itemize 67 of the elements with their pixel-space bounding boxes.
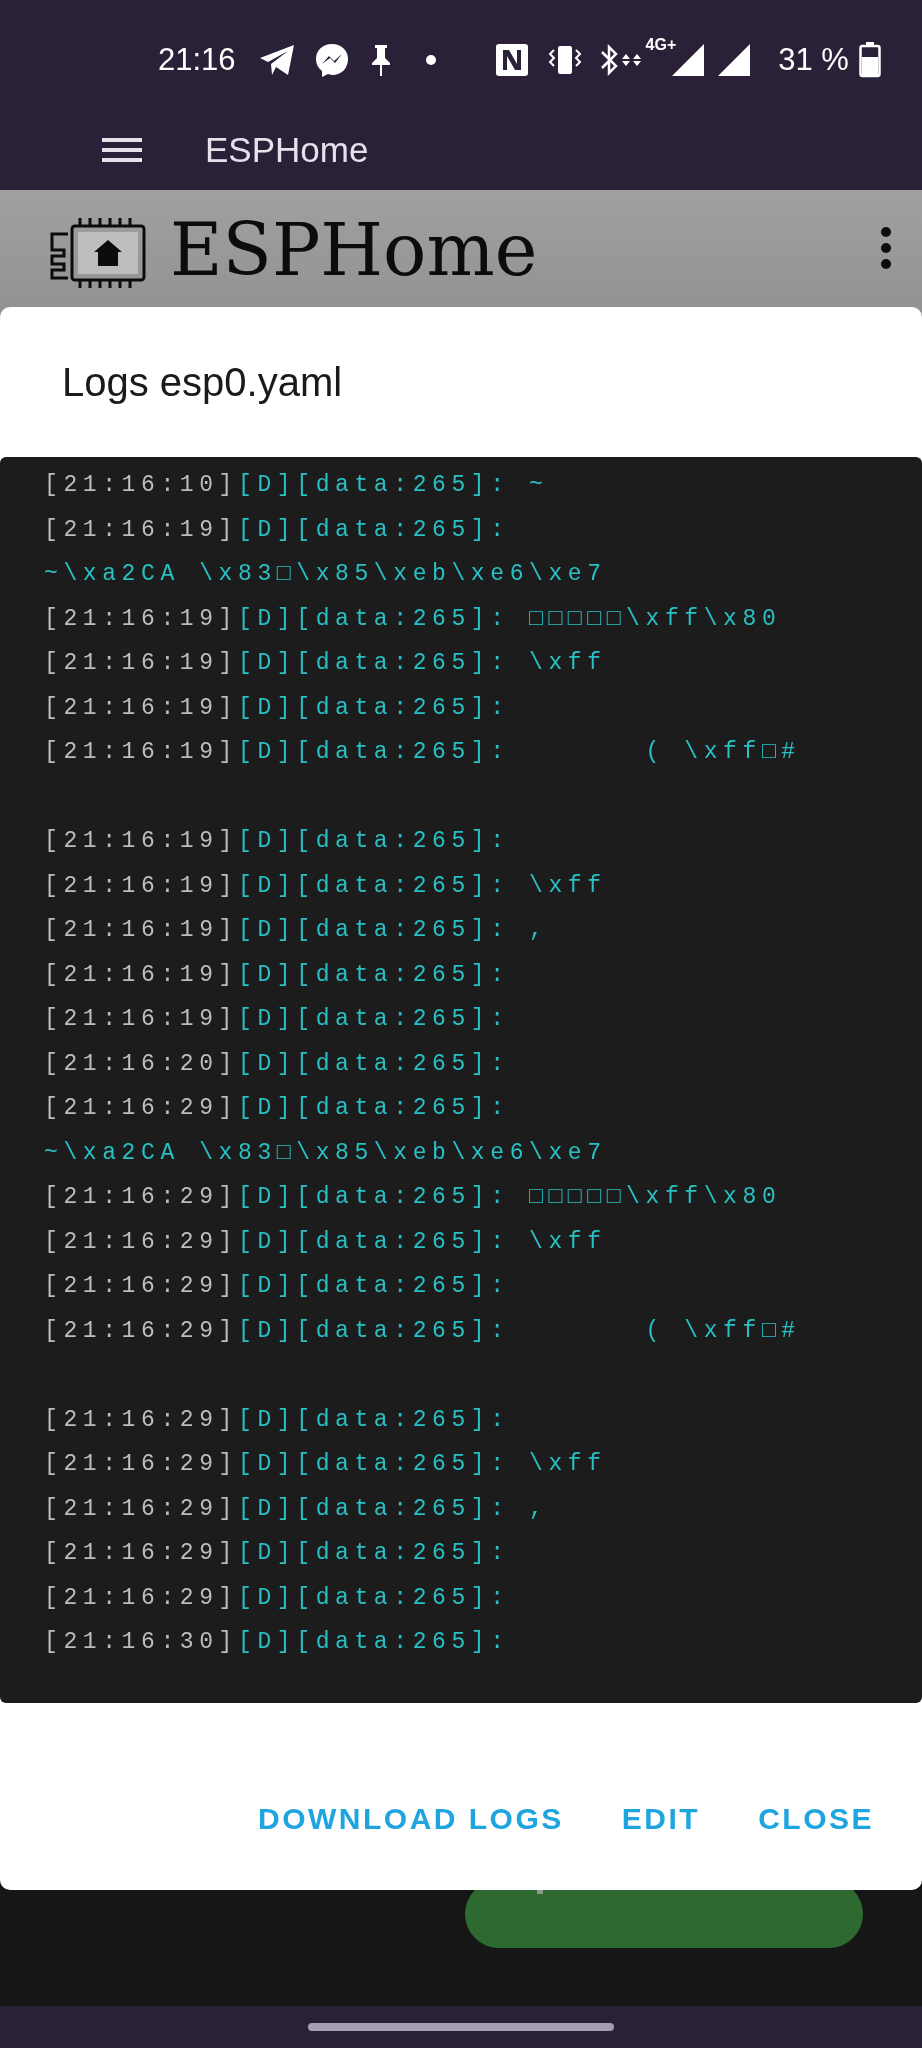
log-text: [D][data:265]: bbox=[238, 1006, 510, 1033]
log-timestamp: [21:16:19] bbox=[44, 961, 239, 988]
log-timestamp: [21:16:29] bbox=[44, 1273, 239, 1300]
home-handle[interactable] bbox=[308, 2023, 614, 2031]
dialog-button[interactable]: DOWNLOAD LOGS bbox=[254, 1794, 568, 1844]
page-title: ESPHome bbox=[170, 214, 538, 286]
log-text: [D][data:265]: \xff bbox=[238, 872, 607, 899]
dialog-title: Logs esp0.yaml bbox=[62, 359, 343, 405]
log-text: [D][data:265]: bbox=[238, 1406, 510, 1433]
log-timestamp: [21:16:29] bbox=[44, 1406, 239, 1433]
log-timestamp: [21:16:19] bbox=[44, 739, 239, 766]
vibrate-icon bbox=[547, 44, 582, 76]
log-text: [D][data:265]: , bbox=[238, 1495, 549, 1522]
log-timestamp: [21:16:30] bbox=[44, 1629, 239, 1656]
log-text: [D][data:265]: bbox=[238, 694, 510, 721]
log-timestamp: [21:16:19] bbox=[44, 1006, 239, 1033]
log-timestamp: [21:16:19] bbox=[44, 516, 239, 543]
log-timestamp: [21:16:19] bbox=[44, 828, 239, 855]
log-text: [D][data:265]: ( \xff□# bbox=[238, 1317, 801, 1344]
log-timestamp: [21:16:29] bbox=[44, 1540, 239, 1567]
log-timestamp: [21:16:10] bbox=[44, 472, 239, 499]
log-text: [D][data:265]: bbox=[238, 961, 510, 988]
log-timestamp: [21:16:29] bbox=[44, 1317, 239, 1344]
log-text: [D][data:265]: \xff bbox=[238, 1228, 607, 1255]
log-text: [D][data:265]: □□□□□\xff\x80 bbox=[238, 605, 782, 632]
log-text: [D][data:265]: \xff bbox=[238, 650, 607, 677]
log-text: [D][data:265]: ( \xff□# bbox=[238, 739, 801, 766]
battery-percent: 31 % bbox=[778, 42, 849, 78]
log-timestamp: [21:16:29] bbox=[44, 1451, 239, 1478]
log-text: ~\xa2CA \x83□\x85\xeb\xe6\xe7 bbox=[44, 561, 607, 588]
log-timestamp: [21:16:19] bbox=[44, 694, 239, 721]
app-title: ESPHome bbox=[205, 130, 369, 170]
chat-bubble-icon bbox=[313, 42, 350, 78]
more-icon[interactable] bbox=[880, 226, 892, 270]
log-text: [D][data:265]: bbox=[238, 1629, 510, 1656]
signal-icon bbox=[716, 42, 753, 78]
status-time: 21:16 bbox=[158, 42, 236, 78]
log-timestamp: [21:16:20] bbox=[44, 1050, 239, 1077]
dialog-button[interactable]: CLOSE bbox=[754, 1794, 878, 1844]
log-timestamp: [21:16:29] bbox=[44, 1095, 239, 1122]
log-text: [D][data:265]: bbox=[238, 1584, 510, 1611]
log-text: [D][data:265]: □□□□□\xff\x80 bbox=[238, 1184, 782, 1211]
log-text: [D][data:265]: ~ bbox=[238, 472, 549, 499]
log-text: [D][data:265]: , bbox=[238, 917, 549, 944]
log-text: [D][data:265]: bbox=[238, 828, 510, 855]
log-text: [D][data:265]: bbox=[238, 1540, 510, 1567]
menu-icon[interactable] bbox=[102, 136, 142, 164]
log-text: [D][data:265]: bbox=[238, 1273, 510, 1300]
log-text: ~\xa2CA \x83□\x85\xeb\xe6\xe7 bbox=[44, 1139, 607, 1166]
dialog-button[interactable]: EDIT bbox=[617, 1794, 705, 1844]
log-timestamp: [21:16:19] bbox=[44, 917, 239, 944]
nfc-icon bbox=[495, 44, 528, 76]
pin-icon bbox=[369, 43, 392, 77]
dot-icon bbox=[425, 55, 436, 65]
log-timestamp: [21:16:29] bbox=[44, 1495, 239, 1522]
battery-icon bbox=[858, 42, 881, 78]
log-timestamp: [21:16:29] bbox=[44, 1228, 239, 1255]
log-timestamp: [21:16:19] bbox=[44, 872, 239, 899]
log-timestamp: [21:16:19] bbox=[44, 650, 239, 677]
log-text: [D][data:265]: bbox=[238, 516, 510, 543]
network-type: 4G+ bbox=[645, 36, 677, 54]
log-timestamp: [21:16:29] bbox=[44, 1584, 239, 1611]
log-timestamp: [21:16:29] bbox=[44, 1184, 239, 1211]
log-text: [D][data:265]: bbox=[238, 1050, 510, 1077]
log-text: [D][data:265]: bbox=[238, 1095, 510, 1122]
log-timestamp: [21:16:19] bbox=[44, 605, 239, 632]
log-text: [D][data:265]: \xff bbox=[238, 1451, 607, 1478]
